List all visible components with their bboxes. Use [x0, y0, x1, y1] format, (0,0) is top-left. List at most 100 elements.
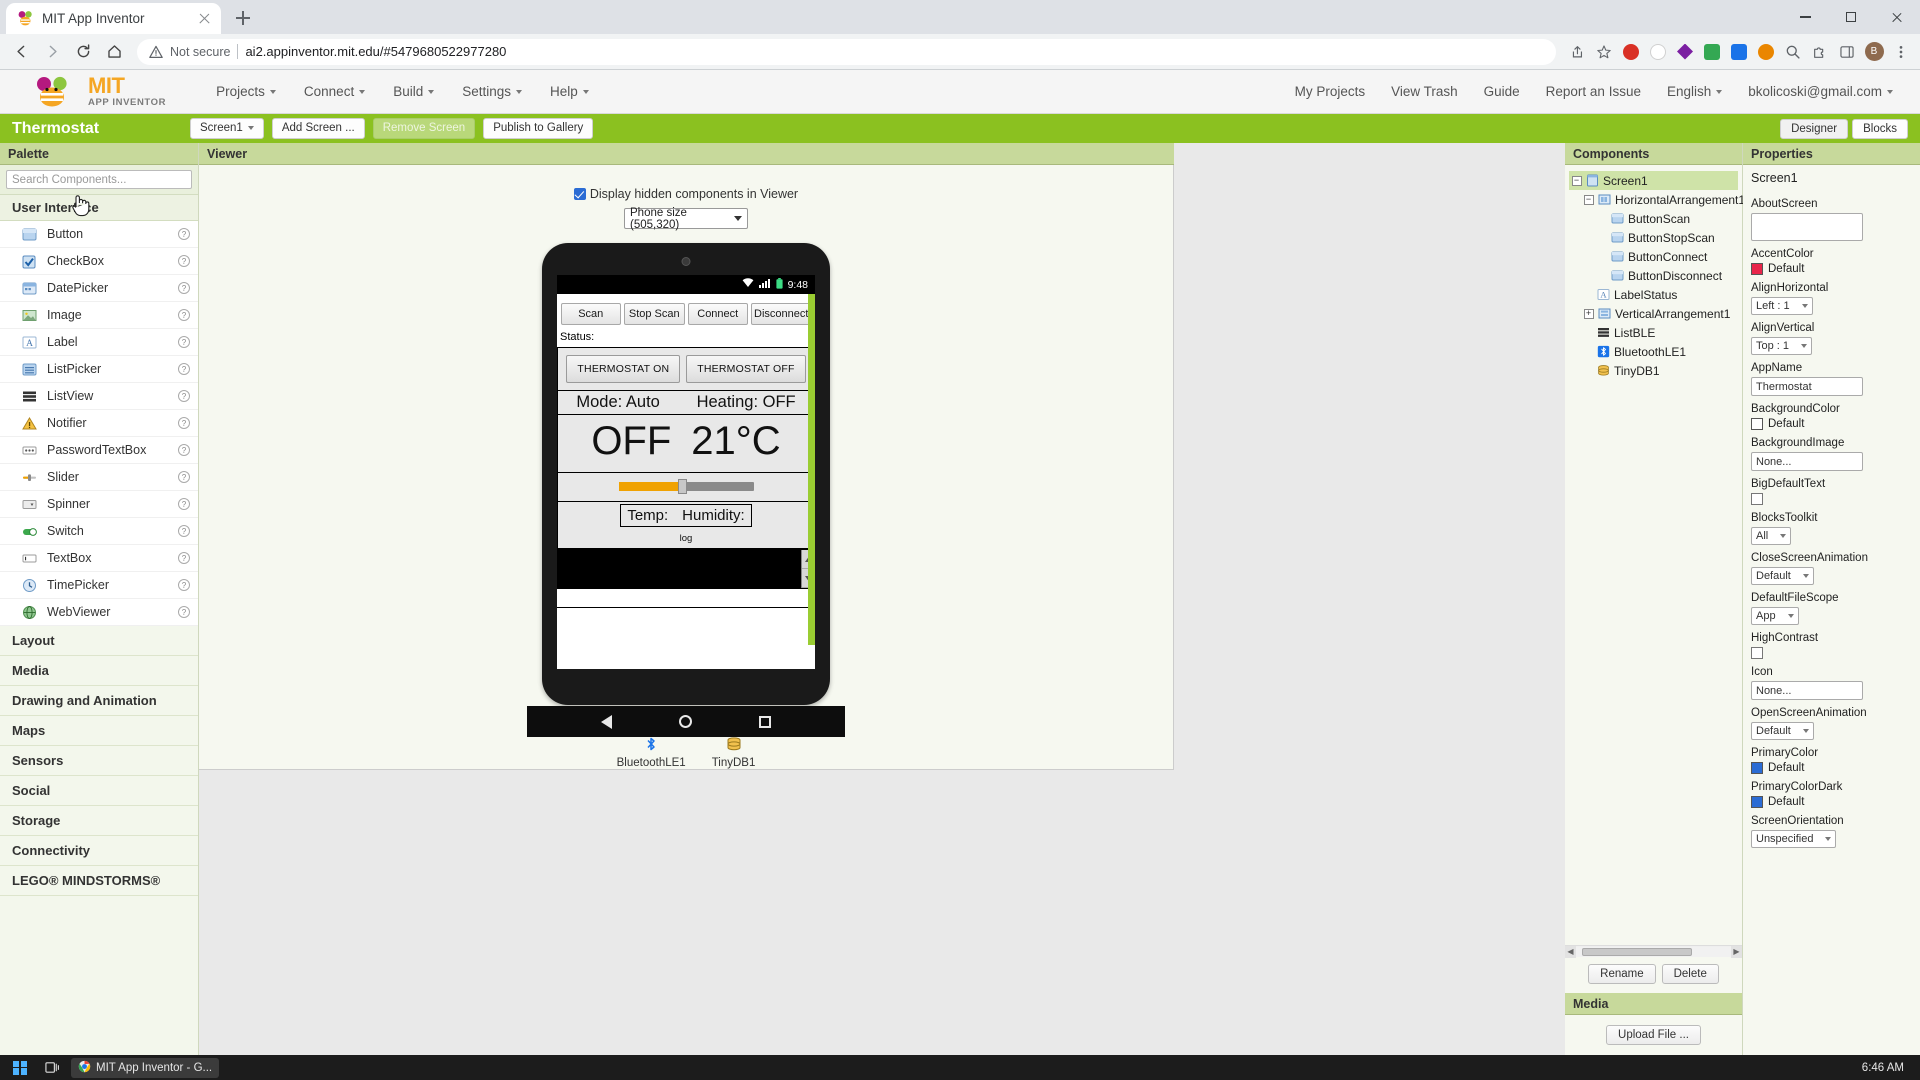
palette-category-connectivity[interactable]: Connectivity: [0, 836, 198, 866]
menu-build[interactable]: Build: [379, 78, 448, 105]
taskbar-clock[interactable]: 6:46 AM: [1862, 1062, 1914, 1074]
menu-help[interactable]: Help: [536, 78, 603, 105]
palette-category-sensors[interactable]: Sensors: [0, 746, 198, 776]
tab-designer[interactable]: Designer: [1780, 119, 1848, 139]
non-visible-tinydb1[interactable]: TinyDB1: [712, 736, 756, 769]
palette-category-storage[interactable]: Storage: [0, 806, 198, 836]
palette-category-media[interactable]: Media: [0, 656, 198, 686]
palette-item-notifier[interactable]: Notifier ?: [0, 410, 198, 437]
prop-input-alignvertical[interactable]: Top : 1: [1751, 337, 1812, 355]
bookmark-star-icon[interactable]: [1591, 39, 1617, 65]
help-icon[interactable]: ?: [178, 228, 190, 240]
prop-input-highcontrast[interactable]: [1751, 647, 1763, 659]
tree-item-labelstatus[interactable]: A LabelStatus: [1569, 285, 1738, 304]
display-hidden-components-row[interactable]: Display hidden components in Viewer: [574, 187, 798, 201]
button-thermostat-off[interactable]: THERMOSTAT OFF: [686, 355, 805, 383]
menu-projects[interactable]: Projects: [202, 78, 290, 105]
slider-thumb[interactable]: [678, 479, 687, 494]
profile-avatar-icon[interactable]: B: [1861, 39, 1887, 65]
close-icon[interactable]: [196, 10, 213, 27]
reload-icon[interactable]: [68, 37, 98, 67]
palette-item-datepicker[interactable]: DatePicker ?: [0, 275, 198, 302]
task-view-icon[interactable]: [38, 1058, 67, 1077]
palette-item-passwordtextbox[interactable]: PasswordTextBox ?: [0, 437, 198, 464]
help-icon[interactable]: ?: [178, 255, 190, 267]
help-icon[interactable]: ?: [178, 390, 190, 402]
button-thermostat-on[interactable]: THERMOSTAT ON: [566, 355, 680, 383]
palette-item-button[interactable]: Button ?: [0, 221, 198, 248]
help-icon[interactable]: ?: [178, 282, 190, 294]
tree-item-buttondisconnect[interactable]: ButtonDisconnect: [1569, 266, 1738, 285]
tree-item-listble[interactable]: ListBLE: [1569, 323, 1738, 342]
extension-icon-6[interactable]: [1753, 39, 1779, 65]
prop-input-backgroundimage[interactable]: None...: [1751, 452, 1863, 471]
menu-connect[interactable]: Connect: [290, 78, 379, 105]
expand-collapse-icon[interactable]: −: [1583, 194, 1594, 205]
palette-category-layout[interactable]: Layout: [0, 626, 198, 656]
palette-item-switch[interactable]: Switch ?: [0, 518, 198, 545]
prop-input-icon[interactable]: None...: [1751, 681, 1863, 700]
help-icon[interactable]: ?: [178, 309, 190, 321]
prop-input-defaultfilescope[interactable]: App: [1751, 607, 1799, 625]
back-triangle-icon[interactable]: [601, 715, 612, 729]
tree-item-horizontalarrangement1[interactable]: − HorizontalArrangement1: [1569, 190, 1738, 209]
link-view-trash[interactable]: View Trash: [1378, 78, 1471, 105]
display-hidden-components-checkbox[interactable]: [574, 188, 586, 200]
rename-button[interactable]: Rename: [1588, 964, 1655, 984]
minimize-button[interactable]: [1782, 0, 1828, 34]
maximize-button[interactable]: [1828, 0, 1874, 34]
prop-input-appname[interactable]: Thermostat: [1751, 377, 1863, 396]
tree-item-buttonstopscan[interactable]: ButtonStopScan: [1569, 228, 1738, 247]
address-bar[interactable]: Not secure ai2.appinventor.mit.edu/#5479…: [137, 39, 1556, 65]
help-icon[interactable]: ?: [178, 552, 190, 564]
prop-input-openscreenanimation[interactable]: Default: [1751, 722, 1814, 740]
tree-item-buttonconnect[interactable]: ButtonConnect: [1569, 247, 1738, 266]
extension-icon-1[interactable]: [1618, 39, 1644, 65]
scroll-left-icon[interactable]: ◀: [1565, 946, 1576, 958]
phone-size-select[interactable]: Phone size (505,320): [624, 208, 748, 229]
tree-item-verticalarrangement1[interactable]: + VerticalArrangement1: [1569, 304, 1738, 323]
palette-item-textbox[interactable]: TextBox ?: [0, 545, 198, 572]
language-selector[interactable]: English: [1654, 78, 1735, 105]
palette-item-timepicker[interactable]: TimePicker ?: [0, 572, 198, 599]
prop-input-accentcolor[interactable]: Default: [1751, 263, 1912, 275]
palette-category-social[interactable]: Social: [0, 776, 198, 806]
search-icon[interactable]: [1780, 39, 1806, 65]
palette-category-drawing-animation[interactable]: Drawing and Animation: [0, 686, 198, 716]
tree-item-screen1[interactable]: − Screen1: [1569, 171, 1738, 190]
help-icon[interactable]: ?: [178, 363, 190, 375]
account-selector[interactable]: bkolicoski@gmail.com: [1735, 78, 1906, 105]
delete-button[interactable]: Delete: [1662, 964, 1719, 984]
palette-item-image[interactable]: Image ?: [0, 302, 198, 329]
upload-file-button[interactable]: Upload File ...: [1606, 1025, 1701, 1045]
button-disconnect[interactable]: Disconnect: [751, 303, 812, 325]
palette-item-checkbox[interactable]: CheckBox ?: [0, 248, 198, 275]
forward-arrow-icon[interactable]: [37, 37, 67, 67]
non-visible-bluetoothle1[interactable]: BluetoothLE1: [617, 736, 686, 769]
tree-item-bluetoothle1[interactable]: BluetoothLE1: [1569, 342, 1738, 361]
window-close-button[interactable]: [1874, 0, 1920, 34]
menu-settings[interactable]: Settings: [448, 78, 536, 105]
help-icon[interactable]: ?: [178, 444, 190, 456]
expand-collapse-icon[interactable]: −: [1571, 175, 1582, 186]
prop-input-bigdefaulttext[interactable]: [1751, 493, 1763, 505]
help-icon[interactable]: ?: [178, 498, 190, 510]
prop-input-closescreenanimation[interactable]: Default: [1751, 567, 1814, 585]
extension-icon-4[interactable]: [1699, 39, 1725, 65]
prop-input-backgroundcolor[interactable]: Default: [1751, 418, 1912, 430]
palette-item-spinner[interactable]: Spinner ?: [0, 491, 198, 518]
scroll-right-icon[interactable]: ▶: [1731, 946, 1742, 958]
hscroll-track[interactable]: [1576, 947, 1731, 957]
browser-tab[interactable]: MIT App Inventor: [6, 3, 221, 34]
palette-category-user-interface[interactable]: User Interface: [0, 194, 198, 221]
tab-blocks[interactable]: Blocks: [1852, 119, 1908, 139]
help-icon[interactable]: ?: [178, 471, 190, 483]
tree-item-buttonscan[interactable]: ButtonScan: [1569, 209, 1738, 228]
extension-icon-2[interactable]: [1645, 39, 1671, 65]
search-components-input[interactable]: Search Components...: [6, 170, 192, 189]
home-icon[interactable]: [99, 37, 129, 67]
remove-screen-button[interactable]: Remove Screen: [373, 118, 475, 140]
component-tree-hscrollbar[interactable]: ◀ ▶: [1565, 945, 1742, 957]
prop-input-aboutscreen[interactable]: [1751, 213, 1863, 241]
link-my-projects[interactable]: My Projects: [1282, 78, 1379, 105]
